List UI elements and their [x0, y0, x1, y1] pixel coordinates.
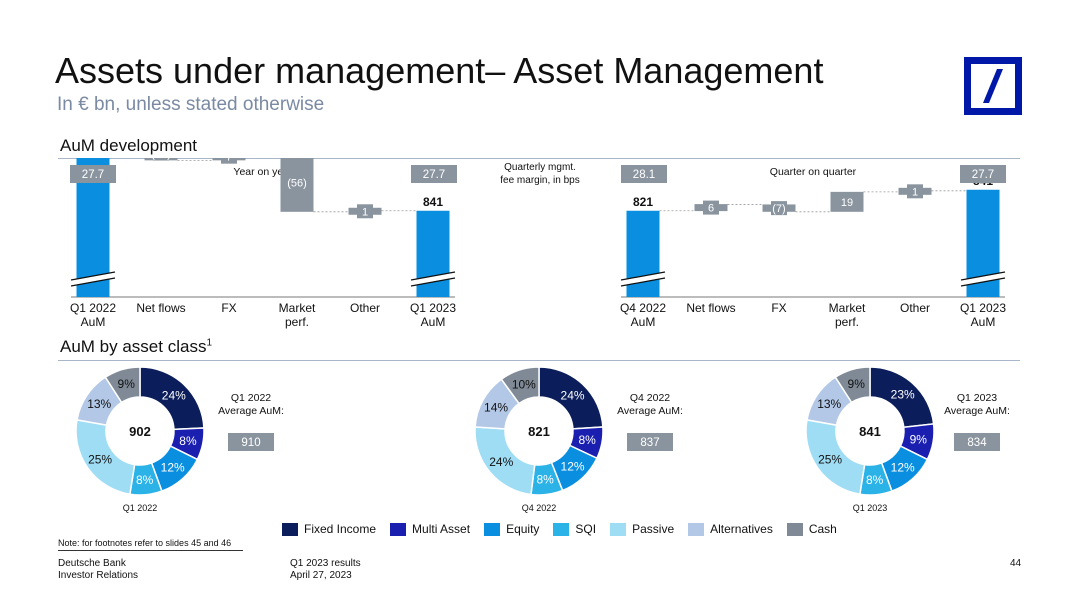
bar-value-label: (13) — [151, 158, 171, 161]
legend-item: Passive — [610, 522, 674, 536]
footer-divider — [58, 550, 243, 551]
donut-percent-label: 13% — [817, 397, 841, 411]
donut-percent-label: 24% — [489, 455, 513, 469]
category-label: FX — [771, 301, 786, 315]
donut-percent-label: 24% — [162, 389, 186, 403]
category-label: perf. — [835, 315, 859, 329]
legend-swatch — [688, 522, 705, 536]
donut-charts: 24%8%12%8%25%13%9%902Q1 2022Q1 2022Avera… — [75, 366, 1010, 513]
section-aum-development: AuM development — [60, 136, 198, 155]
donut-percent-label: 25% — [818, 452, 842, 466]
category-label: Q1 2023 — [410, 301, 456, 315]
category-label: AuM — [631, 315, 656, 329]
category-label: AuM — [421, 315, 446, 329]
footer-report: Q1 2023 results April 27, 2023 — [290, 558, 361, 581]
category-label: Market — [279, 301, 316, 315]
page-number: 44 — [1010, 558, 1022, 569]
category-label: FX — [221, 301, 236, 315]
category-label: Other — [350, 301, 380, 315]
average-aum-label: Q1 2022 — [231, 392, 271, 404]
category-label: perf. — [285, 315, 309, 329]
legend-swatch — [282, 522, 298, 536]
donut-center-value: 841 — [859, 424, 881, 439]
page-title: Assets under management– Asset Managemen… — [55, 50, 824, 91]
donut-period-label: Q1 2022 — [123, 503, 158, 513]
bar-value-label: 821 — [633, 195, 653, 209]
fee-margin-value: 27.7 — [82, 169, 104, 181]
fee-margin-caption: fee margin, in bps — [500, 175, 580, 186]
legend-item: Equity — [484, 522, 539, 536]
donut-percent-label: 9% — [118, 377, 136, 391]
fee-margin-value: 28.1 — [633, 169, 655, 181]
donut-percent-label: 8% — [536, 473, 554, 487]
category-label: Market — [829, 301, 866, 315]
bar-value-label: 6 — [708, 203, 714, 215]
legend-swatch — [484, 522, 501, 536]
donut-percent-label: 8% — [866, 473, 884, 487]
category-label: Q4 2022 — [620, 301, 666, 315]
donut-percent-label: 10% — [512, 377, 536, 391]
average-aum-label: Q4 2022 — [630, 392, 670, 404]
chart-legend: Fixed Income Multi Asset Equity SQI Pass… — [282, 522, 837, 536]
average-aum-label: Average AuM: — [617, 405, 683, 417]
legend-item: Fixed Income — [282, 522, 376, 536]
bar-value-label: (7) — [772, 203, 785, 215]
chart-header: Quarter on quarter — [770, 166, 857, 178]
legend-swatch — [610, 522, 627, 536]
legend-swatch — [390, 522, 407, 536]
deutsche-bank-logo — [964, 57, 1022, 115]
fee-margin-caption: Quarterly mgmt. — [504, 162, 576, 173]
fee-margin-value: 27.7 — [972, 169, 994, 181]
legend-item: Alternatives — [688, 522, 773, 536]
average-aum-label: Q1 2023 — [957, 392, 997, 404]
legend-item: Multi Asset — [390, 522, 470, 536]
donut-percent-label: 12% — [891, 461, 915, 475]
bar-value-label: 841 — [423, 195, 443, 209]
category-label: Q1 2023 — [960, 301, 1006, 315]
average-aum-label: Average AuM: — [944, 405, 1010, 417]
average-aum-value: 910 — [241, 437, 260, 449]
donut-percent-label: 25% — [88, 452, 112, 466]
donut-center-value: 821 — [528, 424, 550, 439]
page-subtitle: In € bn, unless stated otherwise — [57, 94, 325, 115]
bar-value-label: 7 — [226, 158, 232, 164]
average-aum-value: 837 — [640, 437, 659, 449]
donut-percent-label: 8% — [179, 434, 197, 448]
donut-period-label: Q1 2023 — [853, 503, 888, 513]
donut-percent-label: 13% — [87, 397, 111, 411]
donut-percent-label: 8% — [136, 473, 154, 487]
bar-value-label: 19 — [841, 197, 853, 209]
category-label: AuM — [971, 315, 996, 329]
footer-company: Deutsche Bank Investor Relations — [58, 558, 139, 581]
donut-percent-label: 14% — [484, 400, 508, 414]
donut-percent-label: 23% — [891, 387, 915, 401]
average-aum-value: 834 — [967, 437, 987, 449]
donut-percent-label: 9% — [848, 377, 866, 391]
footnote-note: Note: for footnotes refer to slides 45 a… — [58, 538, 232, 548]
donut-period-label: Q4 2022 — [522, 503, 557, 513]
bar-value-label: 1 — [362, 206, 368, 218]
category-label: AuM — [81, 315, 106, 329]
donut-percent-label: 8% — [578, 433, 596, 447]
donut-percent-label: 12% — [561, 460, 585, 474]
legend-item: SQI — [553, 522, 596, 536]
legend-swatch — [786, 522, 803, 536]
category-label: Net flows — [686, 301, 735, 315]
category-label: Q1 2022 — [70, 301, 116, 315]
category-label: Other — [900, 301, 930, 315]
donut-percent-label: 9% — [910, 433, 928, 447]
waterfall-charts: Quarterly mgmt.fee margin, in bpsYear on… — [70, 158, 1006, 329]
donut-percent-label: 24% — [561, 388, 585, 402]
bar-value-label: (56) — [287, 177, 307, 189]
average-aum-label: Average AuM: — [218, 405, 284, 417]
donut-percent-label: 12% — [161, 461, 185, 475]
category-label: Net flows — [136, 301, 185, 315]
bar-value-label: 1 — [912, 186, 918, 198]
donut-center-value: 902 — [129, 424, 151, 439]
fee-margin-value: 27.7 — [423, 169, 445, 181]
legend-swatch — [553, 522, 570, 536]
legend-item: Cash — [786, 522, 837, 536]
section-aum-by-asset-class: AuM by asset class1 — [60, 337, 213, 356]
